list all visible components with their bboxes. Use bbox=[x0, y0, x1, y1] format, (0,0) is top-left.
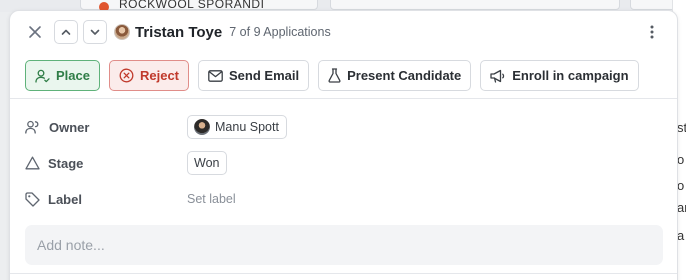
stage-label-text: Stage bbox=[48, 155, 84, 171]
label-label: Label bbox=[25, 192, 187, 207]
stage-triangle-icon bbox=[25, 156, 40, 170]
present-candidate-button[interactable]: Present Candidate bbox=[318, 60, 472, 91]
next-application-button[interactable] bbox=[83, 20, 107, 44]
background-card-2 bbox=[330, 0, 620, 10]
panel-header: Tristan Toye 7 of 9 Applications bbox=[10, 11, 677, 53]
send-email-button[interactable]: Send Email bbox=[198, 60, 310, 91]
chevron-down-icon bbox=[90, 29, 100, 35]
add-note-input[interactable] bbox=[25, 225, 663, 265]
more-options-button[interactable] bbox=[640, 20, 664, 44]
close-button[interactable] bbox=[23, 20, 47, 44]
present-candidate-button-label: Present Candidate bbox=[347, 68, 462, 83]
owner-name: Manu Spott bbox=[215, 120, 279, 134]
user-group-icon bbox=[25, 120, 39, 134]
background-fragment: o bbox=[677, 178, 685, 193]
enroll-in-campaign-button-label: Enroll in campaign bbox=[512, 68, 629, 83]
reject-button[interactable]: Reject bbox=[108, 60, 190, 91]
application-counter: 7 of 9 Applications bbox=[229, 25, 331, 39]
owner-row: Owner Manu Spott bbox=[25, 113, 665, 141]
background-fragment: ar bbox=[677, 200, 686, 215]
place-button-label: Place bbox=[56, 68, 90, 83]
candidate-avatar bbox=[114, 24, 130, 40]
mail-icon bbox=[208, 69, 223, 82]
reject-button-label: Reject bbox=[139, 68, 180, 83]
previous-application-button[interactable] bbox=[54, 20, 78, 44]
send-email-button-label: Send Email bbox=[229, 68, 300, 83]
action-bar: Place Reject Send Email Present Candidat… bbox=[10, 53, 677, 99]
flask-icon bbox=[328, 68, 341, 83]
user-check-icon bbox=[35, 69, 50, 83]
background-fragment: st bbox=[677, 120, 686, 135]
owner-label-text: Owner bbox=[49, 119, 90, 135]
background-card-3 bbox=[630, 0, 676, 10]
divider bbox=[10, 273, 677, 274]
background-card: ROCKWOOL SPORANDI bbox=[80, 0, 318, 12]
application-detail-panel: Tristan Toye 7 of 9 Applications Place R… bbox=[9, 10, 678, 280]
close-icon bbox=[29, 26, 41, 38]
stage-row: Stage Won bbox=[25, 149, 665, 177]
stage-label: Stage bbox=[25, 156, 187, 171]
owner-label: Owner bbox=[25, 120, 187, 135]
background-fragment: o bbox=[677, 152, 685, 167]
candidate-name[interactable]: Tristan Toye bbox=[135, 24, 222, 41]
stage-value: Won bbox=[194, 156, 220, 170]
stage-chip[interactable]: Won bbox=[187, 151, 228, 175]
owner-chip[interactable]: Manu Spott bbox=[187, 115, 287, 139]
place-button[interactable]: Place bbox=[25, 60, 100, 91]
megaphone-icon bbox=[490, 69, 505, 83]
x-circle-icon bbox=[119, 68, 134, 83]
tag-icon bbox=[25, 191, 40, 207]
owner-avatar bbox=[194, 119, 210, 135]
chevron-up-icon bbox=[61, 29, 71, 35]
enroll-in-campaign-button[interactable]: Enroll in campaign bbox=[480, 60, 639, 91]
set-label-link[interactable]: Set label bbox=[187, 192, 236, 206]
more-vertical-icon bbox=[650, 25, 654, 39]
label-label-text: Label bbox=[48, 191, 82, 207]
label-row: Label Set label bbox=[25, 185, 665, 213]
background-fragment: a bbox=[677, 228, 685, 243]
